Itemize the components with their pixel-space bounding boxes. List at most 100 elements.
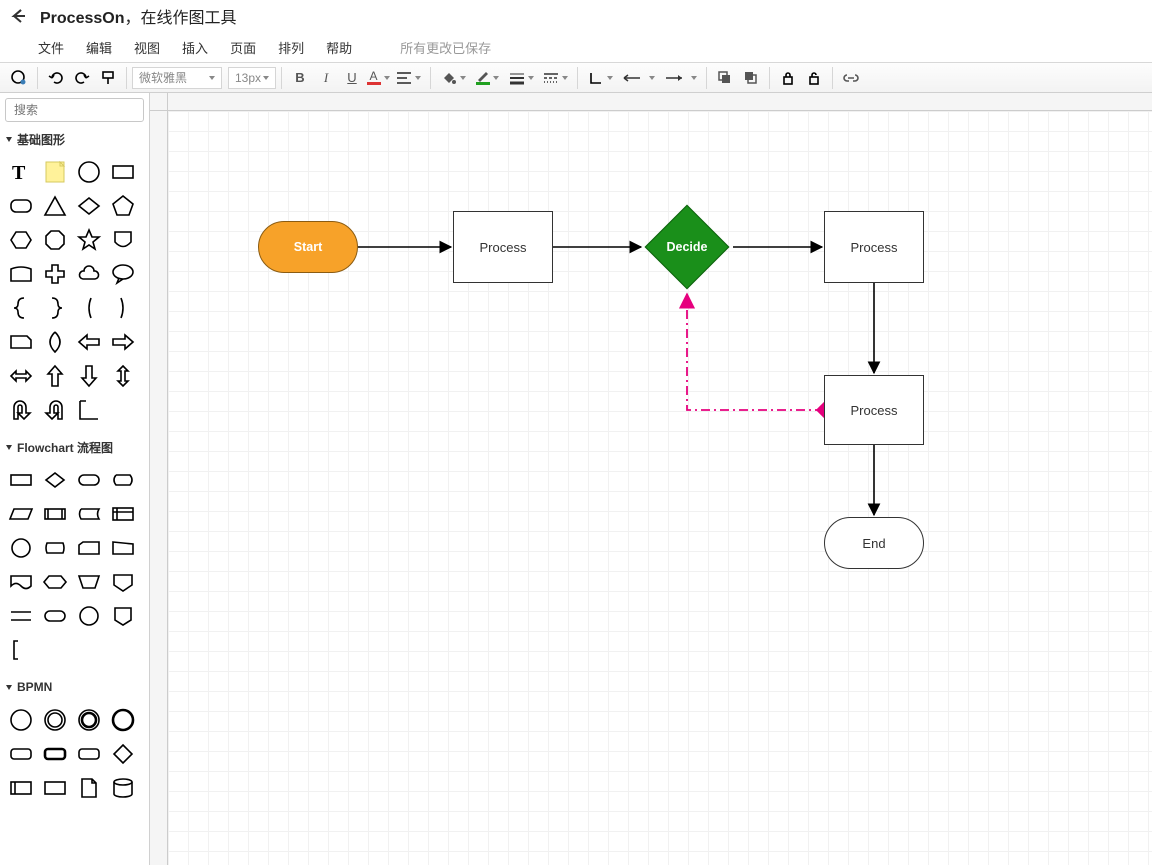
align-button[interactable] — [391, 65, 425, 91]
flowchart-start-node[interactable]: Start — [258, 221, 358, 273]
shape-triangle[interactable] — [38, 189, 72, 223]
redo-button[interactable] — [69, 65, 95, 91]
bring-front-button[interactable] — [712, 65, 738, 91]
shape-star[interactable] — [72, 223, 106, 257]
menu-edit[interactable]: 编辑 — [86, 38, 112, 57]
font-size-select[interactable]: 13px — [228, 67, 276, 89]
shape-u-turn-right[interactable] — [4, 393, 38, 427]
ruler-vertical[interactable] — [150, 111, 168, 865]
category-basic[interactable]: 基础图形 — [0, 127, 149, 151]
shape-single-brace-l[interactable] — [72, 291, 106, 325]
shape-bpmn-gateway[interactable] — [106, 737, 140, 771]
menu-arrange[interactable]: 排列 — [278, 38, 304, 57]
format-painter-button[interactable] — [95, 65, 121, 91]
shape-hexagon[interactable] — [4, 223, 38, 257]
shape-brace-left[interactable] — [4, 291, 38, 325]
connector-type-button[interactable] — [583, 65, 617, 91]
shape-bpmn-datastore[interactable] — [106, 771, 140, 805]
shape-bpmn-task[interactable] — [4, 737, 38, 771]
shape-fc-bracket[interactable] — [4, 633, 38, 667]
stroke-color-button[interactable] — [470, 65, 504, 91]
arrow-end-button[interactable] — [659, 65, 701, 91]
undo-button[interactable] — [43, 65, 69, 91]
shape-bpmn-event-int[interactable] — [38, 703, 72, 737]
shape-arrow-ud[interactable] — [106, 359, 140, 393]
shape-fc-offpage[interactable] — [106, 565, 140, 599]
shape-fc-seqdata[interactable] — [38, 531, 72, 565]
shape-fc-connector[interactable] — [4, 531, 38, 565]
shape-bpmn-task2[interactable] — [72, 737, 106, 771]
shape-fc-term2[interactable] — [38, 599, 72, 633]
shape-fc-display[interactable] — [106, 463, 140, 497]
shape-fc-stored[interactable] — [72, 497, 106, 531]
shape-fc-internal[interactable] — [106, 497, 140, 531]
flowchart-end-node[interactable]: End — [824, 517, 924, 569]
ruler-horizontal[interactable] — [168, 93, 1152, 111]
link-button[interactable] — [838, 65, 864, 91]
shape-pentagon[interactable] — [106, 189, 140, 223]
shape-drop[interactable] — [38, 325, 72, 359]
shape-arrow-right[interactable] — [106, 325, 140, 359]
shape-arrow-down[interactable] — [72, 359, 106, 393]
menu-view[interactable]: 视图 — [134, 38, 160, 57]
shape-fc-offpage2[interactable] — [106, 599, 140, 633]
shape-fc-data[interactable] — [4, 497, 38, 531]
menu-file[interactable]: 文件 — [38, 38, 64, 57]
shape-arrow-left[interactable] — [72, 325, 106, 359]
font-family-select[interactable]: 微软雅黑 — [132, 67, 222, 89]
line-weight-button[interactable] — [504, 65, 538, 91]
line-style-button[interactable] — [538, 65, 572, 91]
flowchart-decision-node[interactable]: Decide — [657, 217, 717, 277]
canvas[interactable]: Start Process Decide Process Process End — [168, 111, 1152, 865]
shape-bpmn-lane[interactable] — [38, 771, 72, 805]
send-back-button[interactable] — [738, 65, 764, 91]
shape-card[interactable] — [4, 325, 38, 359]
shape-cloud[interactable] — [72, 257, 106, 291]
shape-shield[interactable] — [106, 223, 140, 257]
category-bpmn[interactable]: BPMN — [0, 675, 149, 699]
shape-fc-prep[interactable] — [38, 565, 72, 599]
shape-arrow-lr[interactable] — [4, 359, 38, 393]
shape-fc-predef[interactable] — [38, 497, 72, 531]
shape-text[interactable]: T — [4, 155, 38, 189]
shape-bpmn-event-int2[interactable] — [72, 703, 106, 737]
search-field[interactable] — [12, 102, 171, 118]
flowchart-process-node-1[interactable]: Process — [453, 211, 553, 283]
shape-u-turn-left[interactable] — [38, 393, 72, 427]
shape-roundrect[interactable] — [4, 189, 38, 223]
bold-button[interactable]: B — [287, 65, 313, 91]
shape-rect[interactable] — [106, 155, 140, 189]
shape-circle[interactable] — [72, 155, 106, 189]
shape-speech[interactable] — [106, 257, 140, 291]
shape-arrow-up[interactable] — [38, 359, 72, 393]
category-flowchart[interactable]: Flowchart 流程图 — [0, 435, 149, 459]
shape-fc-process[interactable] — [4, 463, 38, 497]
flowchart-process-node-3[interactable]: Process — [824, 375, 924, 445]
shape-fc-card2[interactable] — [72, 531, 106, 565]
shape-note[interactable] — [38, 155, 72, 189]
shape-fc-manualop[interactable] — [72, 565, 106, 599]
shape-octagon[interactable] — [38, 223, 72, 257]
shape-bpmn-data[interactable] — [72, 771, 106, 805]
shape-brace-right[interactable] — [38, 291, 72, 325]
shape-bpmn-event-end[interactable] — [106, 703, 140, 737]
shape-fc-manual[interactable] — [106, 531, 140, 565]
shape-insert-button[interactable] — [6, 65, 32, 91]
arrow-start-button[interactable] — [617, 65, 659, 91]
menu-insert[interactable]: 插入 — [182, 38, 208, 57]
italic-button[interactable]: I — [313, 65, 339, 91]
shape-bpmn-pool[interactable] — [4, 771, 38, 805]
menu-help[interactable]: 帮助 — [326, 38, 352, 57]
shape-fc-decision[interactable] — [38, 463, 72, 497]
unlock-button[interactable] — [801, 65, 827, 91]
lock-button[interactable] — [775, 65, 801, 91]
menu-page[interactable]: 页面 — [230, 38, 256, 57]
shape-arc-rect[interactable] — [4, 257, 38, 291]
shape-corner[interactable] — [72, 393, 106, 427]
shape-fc-doc[interactable] — [4, 565, 38, 599]
shape-fc-parallel[interactable] — [4, 599, 38, 633]
search-input[interactable] — [5, 98, 144, 122]
shape-diamond[interactable] — [72, 189, 106, 223]
shape-bpmn-task-bold[interactable] — [38, 737, 72, 771]
fill-color-button[interactable] — [436, 65, 470, 91]
